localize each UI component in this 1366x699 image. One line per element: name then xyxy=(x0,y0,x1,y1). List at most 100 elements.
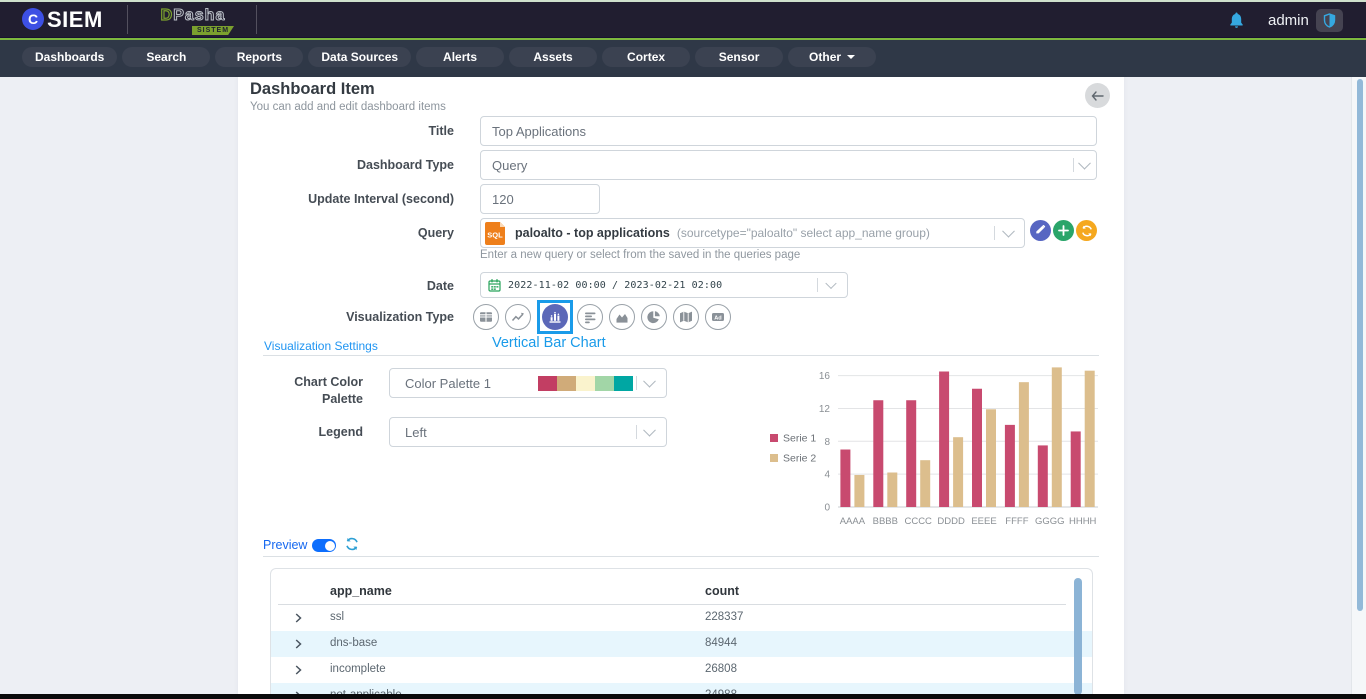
palette-swatch xyxy=(557,376,576,391)
page-subtitle: You can add and edit dashboard items xyxy=(250,101,446,113)
query-refresh-button[interactable] xyxy=(1076,220,1097,241)
section-divider xyxy=(263,556,1099,557)
date-range-input[interactable]: 2022-11-02 00:00 / 2023-02-21 02:00 xyxy=(480,272,848,298)
svg-text:8: 8 xyxy=(824,437,830,448)
nav-item-alerts[interactable]: Alerts xyxy=(416,47,504,67)
legend-select[interactable]: Left xyxy=(389,417,667,447)
svg-text:Serie 2: Serie 2 xyxy=(783,453,816,465)
nav-item-label: Other xyxy=(809,50,841,64)
calendar-icon xyxy=(488,279,501,292)
viz-type-vertical-bar-chart-button[interactable] xyxy=(542,304,568,330)
preview-refresh-icon[interactable] xyxy=(345,537,359,551)
palette-swatch xyxy=(595,376,614,391)
nav-item-reports[interactable]: Reports xyxy=(215,47,303,67)
svg-text:DDDD: DDDD xyxy=(937,516,965,527)
chevron-down-icon xyxy=(825,278,836,289)
horizontal-bar-chart-icon xyxy=(584,311,597,324)
query-helper-text: Enter a new query or select from the sav… xyxy=(480,249,800,261)
viz-type-area-chart-button[interactable] xyxy=(609,304,635,330)
query-add-button[interactable] xyxy=(1053,220,1074,241)
topbar-separator xyxy=(256,5,257,34)
dashboard-type-select[interactable]: Query xyxy=(480,150,1097,180)
preview-label[interactable]: Preview xyxy=(263,538,307,552)
visualization-settings-link[interactable]: Visualization Settings xyxy=(264,339,378,353)
page-title: Dashboard Item xyxy=(250,80,375,99)
nav-item-search[interactable]: Search xyxy=(122,47,210,67)
svg-text:0: 0 xyxy=(824,503,830,514)
viz-type-horizontal-bar-chart-button[interactable] xyxy=(577,304,603,330)
expand-row-icon[interactable] xyxy=(295,613,302,623)
select-divider xyxy=(636,376,637,390)
query-label: Query xyxy=(234,226,454,240)
nav-item-other[interactable]: Other xyxy=(788,47,876,67)
viz-type-line-chart-button[interactable] xyxy=(505,304,531,330)
chart-color-palette-select[interactable]: Color Palette 1 xyxy=(389,368,667,398)
svg-text:Serie 1: Serie 1 xyxy=(783,433,816,445)
select-divider xyxy=(994,226,995,240)
cell-app-name: dns-base xyxy=(330,637,377,649)
table-row[interactable]: not-applicable24988 xyxy=(271,683,1092,694)
user-name[interactable]: admin xyxy=(1268,12,1309,29)
page-scrollbar-thumb[interactable] xyxy=(1357,79,1363,611)
map-icon xyxy=(679,310,693,324)
query-select[interactable]: SQL paloalto - top applications (sourcet… xyxy=(480,218,1025,248)
palette-swatch xyxy=(614,376,633,391)
cell-app-name: incomplete xyxy=(330,663,386,675)
area-chart-icon xyxy=(615,310,629,324)
nav-item-label: Data Sources xyxy=(321,50,398,64)
notifications-bell-icon[interactable] xyxy=(1229,12,1244,29)
nav-pill-list: Dashboards Search Reports Data Sources Alert… xyxy=(22,47,876,67)
viz-type-map-button[interactable] xyxy=(673,304,699,330)
nav-item-label: Assets xyxy=(533,50,572,64)
title-input[interactable]: Top Applications xyxy=(480,116,1097,146)
table-row[interactable]: dns-base84944 xyxy=(271,631,1092,657)
viz-type-ad-banner-button[interactable]: Ad xyxy=(705,304,731,330)
viz-type-pie-chart-button[interactable] xyxy=(641,304,667,330)
expand-row-icon[interactable] xyxy=(295,665,302,675)
select-divider xyxy=(817,278,818,292)
table-row[interactable]: incomplete 26808 xyxy=(271,657,1092,683)
date-label: Date xyxy=(234,279,454,293)
nav-item-dashboards[interactable]: Dashboards xyxy=(22,47,117,67)
nav-item-label: Search xyxy=(146,50,186,64)
nav-item-sensor[interactable]: Sensor xyxy=(695,47,783,67)
palette-swatch xyxy=(538,376,557,391)
nav-item-cortex[interactable]: Cortex xyxy=(602,47,690,67)
nav-item-assets[interactable]: Assets xyxy=(509,47,597,67)
preview-toggle[interactable] xyxy=(312,539,336,552)
product-logo: DPasha xyxy=(138,7,248,25)
selected-visualization-label: Vertical Bar Chart xyxy=(492,335,606,351)
dashboard-type-label: Dashboard Type xyxy=(234,158,454,172)
cell-count: 26808 xyxy=(705,663,737,675)
chart-color-palette-value: Color Palette 1 xyxy=(405,376,491,391)
update-interval-label: Update Interval (second) xyxy=(234,192,454,206)
palette-swatches xyxy=(538,376,633,391)
table-body: ssl228337dns-base84944 incomplete 26808 not… xyxy=(271,605,1092,694)
update-interval-input[interactable]: 120 xyxy=(480,184,600,214)
table-row[interactable]: ssl228337 xyxy=(271,605,1092,631)
cell-app-name: ssl xyxy=(330,611,344,623)
svg-text:16: 16 xyxy=(819,371,831,382)
chevron-down-icon xyxy=(643,424,656,437)
admin-shield-button[interactable] xyxy=(1316,9,1343,32)
chevron-down-icon xyxy=(1002,225,1015,238)
viz-type-table-button[interactable] xyxy=(473,304,499,330)
nav-item-label: Sensor xyxy=(719,50,760,64)
date-range-value: 2022-11-02 00:00 / 2023-02-21 02:00 xyxy=(508,280,722,291)
expand-row-icon[interactable] xyxy=(295,639,302,649)
chart-color-palette-label: Chart Color Palette xyxy=(273,374,363,408)
line-chart-icon xyxy=(511,310,525,324)
back-button[interactable] xyxy=(1085,83,1110,108)
chevron-down-icon xyxy=(643,375,656,388)
select-divider xyxy=(636,425,637,439)
nav-item-data-sources[interactable]: Data Sources xyxy=(308,47,411,67)
nav-item-label: Cortex xyxy=(627,50,665,64)
preview-table: app_name count ssl228337dns-base84944inc… xyxy=(270,568,1093,694)
svg-text:12: 12 xyxy=(819,404,831,415)
topbar-separator xyxy=(127,5,128,34)
svg-text:Ad: Ad xyxy=(714,315,722,321)
window-bottom-bar xyxy=(0,694,1366,699)
query-edit-button[interactable] xyxy=(1030,220,1051,241)
ad-banner-icon: Ad xyxy=(711,310,725,324)
table-scrollbar-thumb[interactable] xyxy=(1074,578,1082,694)
